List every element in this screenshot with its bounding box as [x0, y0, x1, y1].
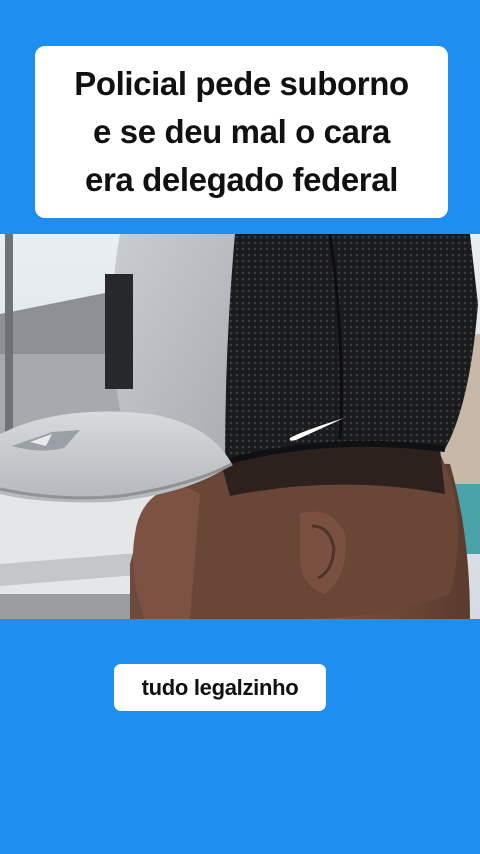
video-still-image	[0, 234, 480, 619]
video-post-screen: Policial pede suborno e se deu mal o car…	[0, 0, 480, 854]
video-frame[interactable]	[0, 234, 480, 619]
title-card: Policial pede suborno e se deu mal o car…	[35, 46, 448, 218]
title-line-3: era delegado federal	[85, 161, 398, 198]
title-line-1: Policial pede suborno	[74, 65, 409, 102]
caption-text: tudo legalzinho	[141, 674, 299, 700]
caption-box: tudo legalzinho	[114, 664, 326, 711]
title-line-2: e se deu mal o cara	[93, 113, 390, 150]
